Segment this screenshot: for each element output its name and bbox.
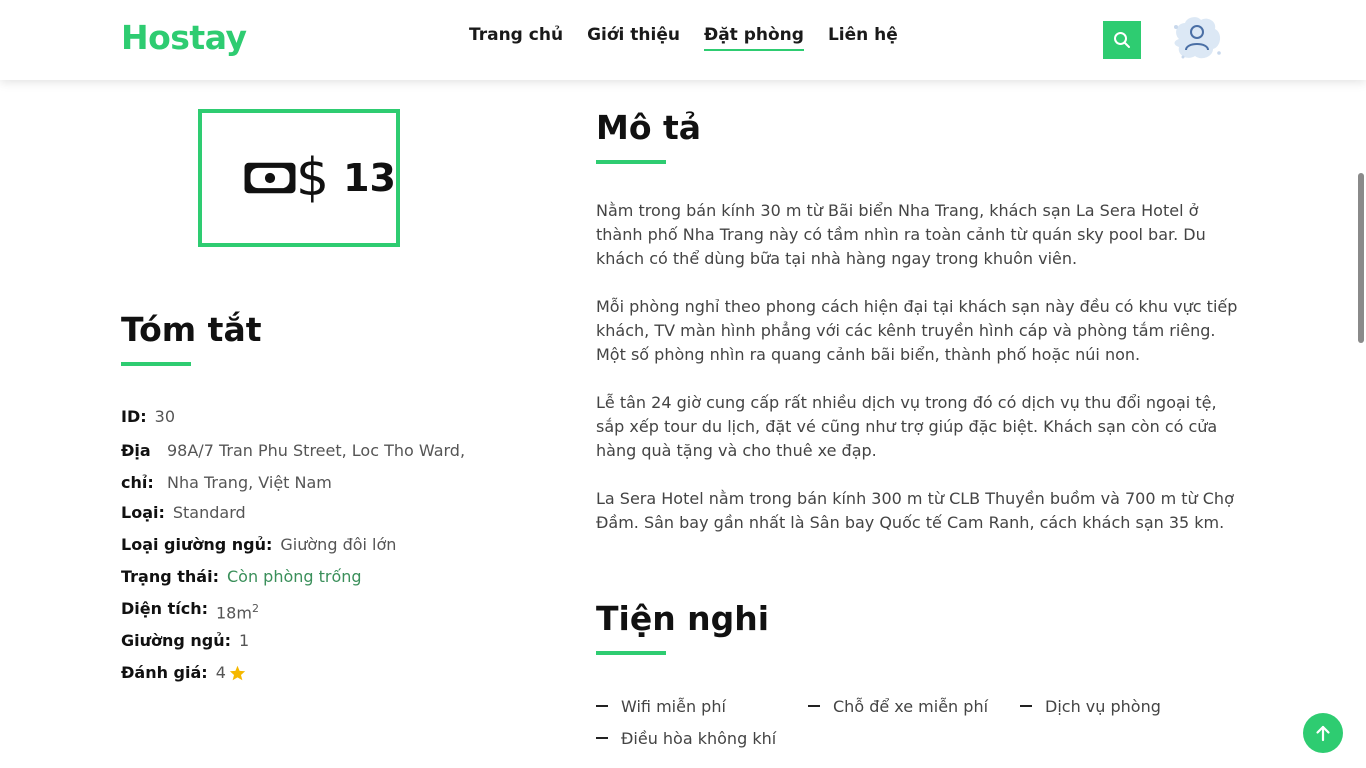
nav-item-about[interactable]: Giới thiệu (587, 25, 680, 51)
summary-value: Standard (172, 503, 246, 522)
amenities-title: Tiện nghi (596, 599, 770, 638)
summary-row-area: Diện tích: 18m2 (121, 595, 541, 627)
summary-title-underline (121, 362, 191, 366)
summary-row-status: Trạng thái: Còn phòng trống (121, 563, 541, 595)
dash-icon (1020, 705, 1032, 707)
area-value: 18m (215, 603, 252, 623)
summary-label: Giường ngủ: (121, 631, 232, 650)
description-paragraph: Mỗi phòng nghỉ theo phong cách hiện đại … (596, 297, 1238, 364)
summary-label: Đánh giá: (121, 663, 208, 682)
amenity-item: Chỗ để xe miễn phí (808, 690, 1020, 722)
amenity-label: Dịch vụ phòng (1045, 696, 1161, 716)
amenity-label: Wifi miễn phí (621, 696, 726, 716)
description-paragraph: Lễ tân 24 giờ cung cấp rất nhiều dịch vụ… (596, 393, 1218, 460)
description-title: Mô tả (596, 108, 702, 147)
rating-number: 4 (215, 663, 226, 682)
arrow-up-icon (1316, 725, 1330, 742)
dash-icon (596, 737, 608, 739)
amenity-label: Chỗ để xe miễn phí (833, 696, 989, 716)
back-to-top-button[interactable] (1303, 713, 1343, 753)
summary-value: 30 (154, 407, 175, 426)
star-icon (229, 665, 246, 681)
amenity-label: Điều hòa không khí (621, 728, 777, 748)
summary-label: Địa chỉ: (121, 441, 154, 492)
user-avatar[interactable] (1169, 13, 1225, 65)
dash-icon (596, 705, 608, 707)
summary-label: ID: (121, 407, 147, 426)
price-box: $ 13 (198, 109, 400, 247)
summary-value: 98A/7 Tran Phu Street, Loc Tho Ward, Nha… (167, 441, 466, 492)
summary-label: Trạng thái: (121, 567, 219, 586)
summary-label: Loại: (121, 503, 165, 522)
search-icon (1114, 32, 1130, 48)
summary-list: ID: 30 Địa chỉ: 98A/7 Tran Phu Street, L… (121, 403, 541, 691)
summary-row-beds: Giường ngủ: 1 (121, 627, 541, 659)
description-title-underline (596, 160, 666, 164)
summary-label: Diện tích: (121, 599, 208, 618)
nav-item-booking[interactable]: Đặt phòng (703, 25, 804, 51)
summary-title: Tóm tắt (121, 310, 262, 349)
summary-value: 1 (239, 631, 250, 650)
search-button[interactable] (1103, 21, 1141, 59)
area-unit-exponent: 2 (251, 602, 259, 615)
summary-row-bed-type: Loại giường ngủ: Giường đôi lớn (121, 531, 541, 563)
amenity-item: Wifi miễn phí (596, 690, 808, 722)
summary-row-rating: Đánh giá: 4 (121, 659, 541, 691)
summary-value: 18m2 (216, 595, 259, 627)
summary-row-type: Loại: Standard (121, 499, 541, 531)
user-icon (1174, 17, 1221, 59)
summary-row-id: ID: 30 (121, 403, 541, 435)
money-icon (244, 162, 296, 194)
amenity-item: Điều hòa không khí (596, 722, 808, 754)
nav-item-home[interactable]: Trang chủ (469, 25, 563, 51)
rating-value: 4 (216, 659, 246, 687)
description-paragraph: Nằm trong bán kính 30 m từ Bãi biển Nha … (596, 201, 1206, 268)
description-paragraph: La Sera Hotel nằm trong bán kính 300 m t… (596, 489, 1234, 532)
scrollbar-thumb[interactable] (1358, 173, 1364, 343)
site-logo[interactable]: Hostay (121, 18, 247, 57)
nav-item-contact[interactable]: Liên hệ (828, 25, 898, 51)
dash-icon (808, 705, 820, 707)
description-text: Nằm trong bán kính 30 m từ Bãi biển Nha … (596, 199, 1241, 559)
status-value: Còn phòng trống (226, 567, 362, 586)
price-value: 13 (343, 156, 396, 200)
site-header: Hostay Trang chủ Giới thiệu Đặt phòng Li… (0, 0, 1366, 80)
summary-label: Loại giường ngủ: (121, 535, 273, 554)
amenities-list: Wifi miễn phí Chỗ để xe miễn phí Dịch vụ… (596, 690, 1236, 754)
amenities-title-underline (596, 651, 666, 655)
amenity-item: Dịch vụ phòng (1020, 690, 1232, 722)
currency-symbol: $ (296, 148, 330, 208)
main-nav: Trang chủ Giới thiệu Đặt phòng Liên hệ (469, 25, 898, 51)
summary-value: Giường đôi lớn (280, 535, 397, 554)
summary-row-address: Địa chỉ: 98A/7 Tran Phu Street, Loc Tho … (121, 435, 541, 499)
